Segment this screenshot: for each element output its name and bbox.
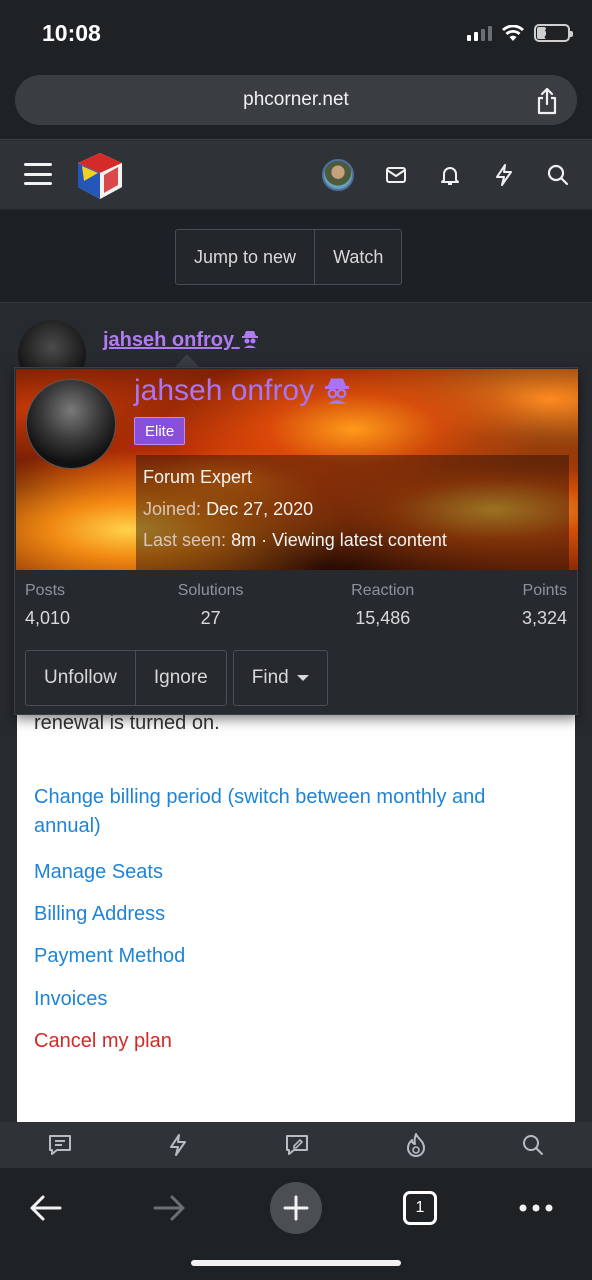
- unfollow-button[interactable]: Unfollow: [26, 651, 135, 705]
- tabs-icon: 1: [403, 1191, 437, 1225]
- member-avatar[interactable]: [26, 379, 116, 469]
- fire-icon[interactable]: [404, 1132, 428, 1158]
- plus-icon: [270, 1182, 322, 1234]
- lightning-icon[interactable]: [492, 163, 516, 187]
- stat-points[interactable]: Points 3,324: [522, 582, 567, 629]
- arrow-right-icon: [153, 1195, 185, 1221]
- bell-icon[interactable]: [438, 163, 462, 187]
- search-icon[interactable]: [546, 163, 570, 187]
- member-tooltip: jahseh onfroy Elite Forum Expert Joined:…: [14, 367, 578, 715]
- stat-posts[interactable]: Posts 4,010: [25, 582, 70, 629]
- status-time: 10:08: [42, 20, 101, 46]
- joined-info: Joined: Dec 27, 2020: [143, 499, 314, 519]
- thread-action-buttons: Jump to new Watch: [175, 229, 403, 285]
- manage-seats-link[interactable]: Manage Seats: [34, 861, 163, 884]
- forward-button[interactable]: [142, 1180, 198, 1236]
- payment-method-link[interactable]: Payment Method: [34, 945, 185, 968]
- tabs-button[interactable]: 1: [392, 1180, 448, 1236]
- profile-banner: jahseh onfroy Elite Forum Expert Joined:…: [16, 369, 578, 570]
- lightning-icon[interactable]: [166, 1133, 190, 1157]
- message-text: renewal is turned on.: [34, 712, 220, 734]
- stat-reaction[interactable]: Reaction 15,486: [351, 582, 414, 629]
- home-indicator: [191, 1260, 401, 1266]
- new-post-icon[interactable]: [284, 1133, 310, 1157]
- billing-address-link[interactable]: Billing Address: [34, 903, 165, 926]
- battery-icon: 27: [534, 24, 573, 42]
- share-icon[interactable]: [535, 87, 559, 115]
- user-avatar[interactable]: [322, 159, 354, 191]
- jump-to-new-button[interactable]: Jump to new: [176, 230, 314, 284]
- status-icons: 27: [467, 24, 573, 42]
- chat-icon[interactable]: [47, 1133, 73, 1157]
- watch-button[interactable]: Watch: [314, 230, 401, 284]
- ignore-button[interactable]: Ignore: [134, 651, 226, 705]
- forum-bottom-nav: [0, 1122, 592, 1168]
- stat-solutions[interactable]: Solutions 27: [178, 582, 244, 629]
- search-icon[interactable]: [521, 1133, 545, 1157]
- more-icon: [519, 1204, 553, 1212]
- follow-ignore-group: Unfollow Ignore: [25, 650, 227, 706]
- member-title: Forum Expert: [143, 467, 253, 487]
- caret-down-icon: [296, 675, 309, 681]
- find-button-label: Find: [251, 667, 289, 688]
- find-dropdown[interactable]: Find: [232, 650, 328, 706]
- wifi-icon: [502, 24, 524, 41]
- site-logo[interactable]: [76, 151, 124, 201]
- cancel-plan-link[interactable]: Cancel my plan: [34, 1030, 172, 1053]
- change-billing-link[interactable]: Change billing period (switch between mo…: [34, 786, 485, 838]
- elite-badge: Elite: [134, 417, 186, 445]
- browser-address-area: phcorner.net: [0, 70, 592, 140]
- battery-percent: 27: [544, 25, 560, 41]
- member-stats: Posts 4,010 Solutions 27 Reaction 15,486…: [25, 582, 567, 629]
- invoices-link[interactable]: Invoices: [34, 988, 107, 1011]
- post-username[interactable]: jahseh onfroy: [103, 328, 260, 352]
- member-actions: Unfollow Ignore Find: [25, 650, 328, 706]
- arrow-left-icon: [30, 1195, 62, 1221]
- tooltip-arrow: [175, 354, 199, 367]
- status-bar: 10:08 27: [0, 0, 592, 70]
- more-button[interactable]: [508, 1180, 564, 1236]
- spy-icon: [325, 378, 350, 404]
- new-tab-button[interactable]: [268, 1180, 324, 1236]
- inbox-icon[interactable]: [384, 163, 408, 187]
- back-button[interactable]: [17, 1180, 73, 1236]
- member-name[interactable]: jahseh onfroy: [134, 374, 352, 408]
- last-seen-info: Last seen: 8m · Viewing latest content: [143, 530, 447, 550]
- menu-icon[interactable]: [24, 163, 52, 185]
- forum-header: [0, 141, 592, 210]
- address-bar[interactable]: phcorner.net: [15, 75, 577, 125]
- spy-icon: [241, 331, 258, 348]
- cellular-signal-icon: [467, 25, 492, 41]
- url-text: phcorner.net: [243, 89, 349, 110]
